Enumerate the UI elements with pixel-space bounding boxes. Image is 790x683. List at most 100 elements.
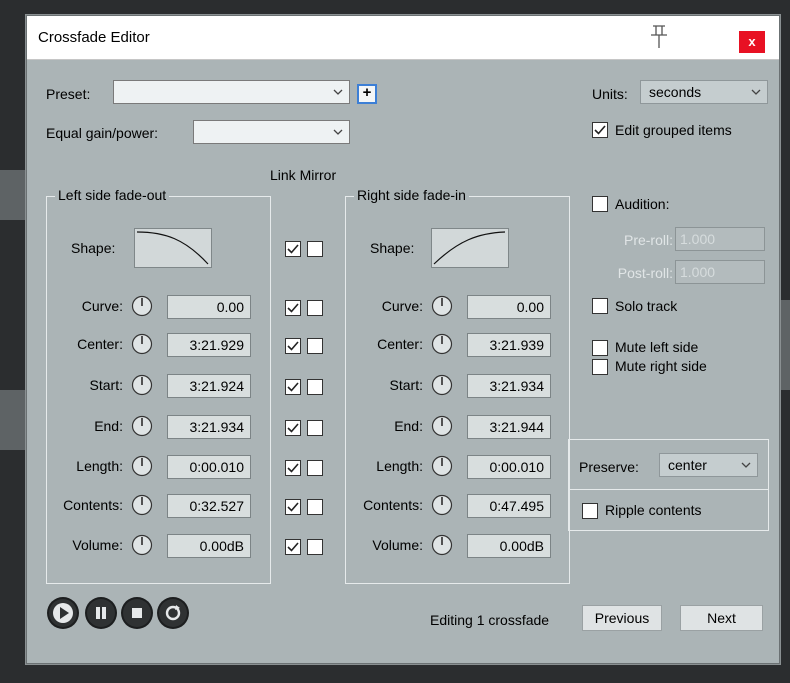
right-end-field[interactable]: 3:21.944	[467, 415, 551, 439]
knob-icon[interactable]	[431, 295, 453, 317]
audition-label: Audition:	[615, 196, 670, 212]
stop-icon	[132, 608, 142, 618]
right-length-label: Length:	[376, 458, 423, 474]
editing-status: Editing 1 crossfade	[430, 612, 550, 628]
audition-checkbox[interactable]	[592, 196, 608, 212]
left-length-label: Length:	[76, 458, 123, 474]
right-volume-label: Volume:	[372, 537, 423, 553]
pause-icon	[96, 607, 106, 619]
left-center-field[interactable]: 3:21.929	[167, 333, 251, 357]
preset-dropdown[interactable]	[113, 80, 350, 104]
knob-icon[interactable]	[131, 374, 153, 396]
fade-in-curve-icon	[433, 231, 506, 265]
loop-button[interactable]	[159, 599, 187, 627]
right-volume-field[interactable]: 0.00dB	[467, 534, 551, 558]
knob-icon[interactable]	[131, 494, 153, 516]
knob-icon[interactable]	[131, 415, 153, 437]
right-start-field[interactable]: 3:21.934	[467, 374, 551, 398]
preserve-divider	[568, 489, 769, 490]
mirror-checkbox-contents[interactable]	[307, 499, 323, 515]
right-contents-field[interactable]: 0:47.495	[467, 494, 551, 518]
left-start-label: Start:	[89, 377, 123, 393]
link-checkbox-end[interactable]	[285, 420, 301, 436]
mirror-checkbox-center[interactable]	[307, 338, 323, 354]
left-curve-field[interactable]: 0.00	[167, 295, 251, 319]
next-button[interactable]: Next	[680, 605, 763, 631]
mute-left-label: Mute left side	[615, 339, 699, 355]
mute-left-checkbox[interactable]	[592, 340, 608, 356]
mirror-checkbox-length[interactable]	[307, 460, 323, 476]
ripple-contents-checkbox[interactable]	[582, 503, 598, 519]
mute-right-checkbox[interactable]	[592, 359, 608, 375]
left-volume-field[interactable]: 0.00dB	[167, 534, 251, 558]
left-length-field[interactable]: 0:00.010	[167, 455, 251, 479]
link-checkbox-contents[interactable]	[285, 499, 301, 515]
left-end-field[interactable]: 3:21.934	[167, 415, 251, 439]
add-preset-button[interactable]: +	[357, 84, 377, 104]
pause-button[interactable]	[87, 599, 115, 627]
knob-icon[interactable]	[431, 415, 453, 437]
knob-icon[interactable]	[431, 494, 453, 516]
postroll-field[interactable]: 1.000	[675, 260, 765, 284]
crossfade-editor-dialog: Crossfade Editor x Preset: + Equal gain/…	[26, 15, 780, 664]
link-mirror-label: Link Mirror	[270, 167, 337, 183]
mirror-checkbox-end[interactable]	[307, 420, 323, 436]
chevron-down-icon	[333, 89, 343, 95]
previous-button[interactable]: Previous	[582, 605, 662, 631]
checkmark-icon	[287, 382, 299, 392]
right-center-label: Center:	[377, 336, 423, 352]
knob-icon[interactable]	[131, 534, 153, 556]
right-shape-selector[interactable]	[431, 228, 509, 268]
checkmark-icon	[287, 244, 299, 254]
link-checkbox-start[interactable]	[285, 379, 301, 395]
knob-icon[interactable]	[431, 534, 453, 556]
close-button[interactable]: x	[739, 31, 765, 53]
equal-gain-dropdown[interactable]	[193, 120, 350, 144]
link-checkbox-volume[interactable]	[285, 539, 301, 555]
solo-track-checkbox[interactable]	[592, 298, 608, 314]
link-checkbox-length[interactable]	[285, 460, 301, 476]
pin-icon[interactable]	[647, 24, 671, 50]
knob-icon[interactable]	[431, 333, 453, 355]
knob-icon[interactable]	[131, 455, 153, 477]
dialog-title: Crossfade Editor	[38, 29, 150, 46]
title-bar[interactable]: Crossfade Editor x	[27, 16, 779, 60]
link-checkbox-shape[interactable]	[285, 241, 301, 257]
mirror-checkbox-start[interactable]	[307, 379, 323, 395]
mirror-checkbox-curve[interactable]	[307, 300, 323, 316]
right-curve-field[interactable]: 0.00	[467, 295, 551, 319]
checkmark-icon	[594, 125, 606, 135]
mirror-checkbox-volume[interactable]	[307, 539, 323, 555]
left-contents-field[interactable]: 0:32.527	[167, 494, 251, 518]
left-volume-label: Volume:	[72, 537, 123, 553]
left-contents-label: Contents:	[63, 497, 123, 513]
left-shape-selector[interactable]	[134, 228, 212, 268]
preset-label: Preset:	[46, 86, 91, 102]
link-checkbox-curve[interactable]	[285, 300, 301, 316]
preserve-label: Preserve:	[579, 459, 639, 475]
mirror-checkbox-shape[interactable]	[307, 241, 323, 257]
solo-track-label: Solo track	[615, 298, 678, 314]
knob-icon[interactable]	[131, 333, 153, 355]
left-start-field[interactable]: 3:21.924	[167, 374, 251, 398]
edit-grouped-checkbox[interactable]	[592, 122, 608, 138]
right-center-field[interactable]: 3:21.939	[467, 333, 551, 357]
right-length-field[interactable]: 0:00.010	[467, 455, 551, 479]
preroll-field[interactable]: 1.000	[675, 227, 765, 251]
knob-icon[interactable]	[431, 455, 453, 477]
right-shape-label: Shape:	[370, 240, 415, 256]
checkmark-icon	[287, 542, 299, 552]
ripple-contents-label: Ripple contents	[605, 502, 702, 518]
preserve-dropdown[interactable]: center	[659, 453, 758, 477]
chevron-down-icon	[333, 129, 343, 135]
right-start-label: Start:	[389, 377, 423, 393]
right-curve-label: Curve:	[381, 298, 423, 314]
units-dropdown[interactable]: seconds	[640, 80, 768, 104]
link-checkbox-center[interactable]	[285, 338, 301, 354]
left-group-title: Left side fade-out	[55, 187, 170, 203]
stop-button[interactable]	[123, 599, 151, 627]
right-group-title: Right side fade-in	[354, 187, 469, 203]
knob-icon[interactable]	[131, 295, 153, 317]
knob-icon[interactable]	[431, 374, 453, 396]
play-button[interactable]	[49, 599, 77, 627]
